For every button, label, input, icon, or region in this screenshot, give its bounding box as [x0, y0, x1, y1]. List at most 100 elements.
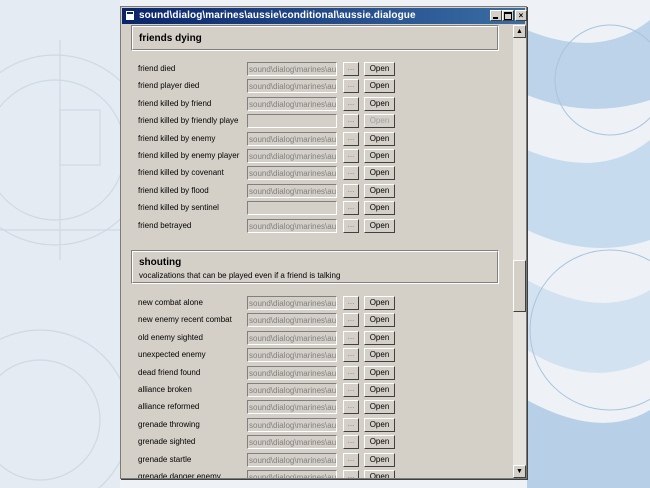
open-button[interactable]: Open [364, 383, 395, 397]
open-button[interactable]: Open [364, 166, 395, 181]
browse-button[interactable]: ... [343, 96, 359, 111]
browse-button[interactable]: ... [343, 218, 359, 233]
open-button[interactable]: Open [364, 348, 395, 363]
title-bar[interactable]: sound\dialog\marines\aussie\conditional\… [122, 8, 527, 24]
open-button[interactable]: Open [364, 313, 395, 328]
browse-button[interactable]: ... [343, 62, 359, 76]
open-button[interactable]: Open [364, 435, 395, 450]
minimize-button[interactable] [490, 10, 502, 21]
maximize-button[interactable] [502, 10, 514, 21]
browse-button[interactable]: ... [343, 296, 359, 310]
row-label: friend killed by friend [138, 98, 212, 108]
browse-button[interactable]: ... [343, 201, 359, 216]
sound-path-field[interactable]: sound\dialog\marines\aus [247, 348, 337, 363]
sound-path-field[interactable]: sound\dialog\marines\aus [247, 400, 337, 415]
open-button[interactable]: Open [364, 96, 395, 111]
browse-button[interactable]: ... [343, 313, 359, 328]
section-title: friends dying [139, 33, 202, 44]
row-label: friend killed by covenant [138, 168, 224, 178]
browse-button[interactable]: ... [343, 365, 359, 380]
sound-path-field[interactable]: sound\dialog\marines\aus [247, 218, 337, 233]
row-label: alliance broken [138, 385, 192, 394]
sound-path-field[interactable]: sound\dialog\marines\aus [247, 435, 337, 450]
sound-path-field[interactable]: sound\dialog\marines\aus [247, 96, 337, 111]
document-icon [125, 10, 135, 21]
sound-path-field[interactable]: sound\dialog\marines\aus [247, 313, 337, 328]
sound-path-field[interactable]: sound\dialog\marines\aus [247, 62, 337, 76]
browse-button[interactable]: ... [343, 183, 359, 198]
scroll-thumb[interactable] [513, 260, 526, 312]
row-label: friend killed by enemy player [138, 151, 240, 160]
sound-path-field[interactable]: sound\dialog\marines\aus [247, 383, 337, 397]
row-label: grenade throwing [138, 419, 200, 429]
vertical-scrollbar[interactable]: ▲ ▼ [513, 25, 526, 478]
dialogue-row: friend killed by enemy sound\dialog\marin… [122, 131, 512, 146]
sound-path-field[interactable]: sound\dialog\marines\aus [247, 470, 337, 478]
sound-path-field[interactable]: sound\dialog\marines\aus [247, 183, 337, 198]
browse-button[interactable]: ... [343, 470, 359, 478]
browse-button[interactable]: ... [343, 452, 359, 467]
dialogue-row: friend killed by enemy player sound\dialo… [122, 149, 512, 163]
sound-path-field[interactable]: sound\dialog\marines\aus [247, 131, 337, 146]
section-description: vocalizations that can be played even if… [139, 271, 341, 280]
sound-path-field[interactable]: sound\dialog\marines\aus [247, 417, 337, 432]
browse-button[interactable]: ... [343, 149, 359, 163]
open-button[interactable]: Open [364, 183, 395, 198]
browse-button[interactable]: ... [343, 330, 359, 345]
dialogue-row: friend killed by covenant sound\dialog\ma… [122, 166, 512, 181]
open-button[interactable]: Open [364, 131, 395, 146]
dialogue-row: friend killed by friendly playe... Open [122, 114, 512, 129]
dialogue-row: friend killed by friend sound\dialog\mari… [122, 96, 512, 111]
row-label: friend player died [138, 81, 200, 91]
open-button[interactable]: Open [364, 470, 395, 478]
open-button[interactable]: Open [364, 62, 395, 76]
sound-path-field[interactable]: sound\dialog\marines\aus [247, 296, 337, 310]
section-title: shouting [139, 257, 182, 268]
open-button[interactable]: Open [364, 330, 395, 345]
browse-button[interactable]: ... [343, 417, 359, 432]
section-friends-dying: friends dying [131, 25, 499, 51]
dialogue-row: old enemy sighted sound\dialog\marines\au… [122, 330, 512, 345]
close-button[interactable]: × [515, 10, 527, 21]
scroll-up-icon[interactable]: ▲ [513, 25, 526, 38]
dialogue-row: friend player died sound\dialog\marines\a… [122, 79, 512, 94]
browse-button[interactable]: ... [343, 348, 359, 363]
browse-button[interactable]: ... [343, 400, 359, 415]
dialogue-row: grenade danger enemy sound\dialog\marines… [122, 470, 512, 478]
dialogue-row: alliance broken sound\dialog\marines\aus.… [122, 383, 512, 397]
open-button[interactable]: Open [364, 365, 395, 380]
row-label: new combat alone [138, 298, 203, 307]
open-button[interactable]: Open [364, 114, 395, 129]
open-button[interactable]: Open [364, 452, 395, 467]
dialogue-row: unexpected enemy sound\dialog\marines\aus… [122, 348, 512, 363]
open-button[interactable]: Open [364, 417, 395, 432]
open-button[interactable]: Open [364, 400, 395, 415]
open-button[interactable]: Open [364, 201, 395, 216]
browse-button[interactable]: ... [343, 166, 359, 181]
sound-path-field[interactable]: sound\dialog\marines\aus [247, 452, 337, 467]
scroll-content: friends dying friend died sound\dialog\ma… [122, 25, 512, 478]
browse-button[interactable]: ... [343, 79, 359, 94]
sound-path-field[interactable]: sound\dialog\marines\aus [247, 365, 337, 380]
open-button[interactable]: Open [364, 79, 395, 94]
dialogue-row: dead friend found sound\dialog\marines\au… [122, 365, 512, 380]
browse-button[interactable]: ... [343, 383, 359, 397]
browse-button[interactable]: ... [343, 435, 359, 450]
row-label: grenade startle [138, 454, 192, 464]
row-label: friend killed by sentinel [138, 203, 219, 213]
sound-path-field[interactable] [247, 114, 337, 129]
dialogue-row: new combat alone sound\dialog\marines\aus… [122, 296, 512, 310]
scroll-down-icon[interactable]: ▼ [513, 465, 526, 478]
browse-button[interactable]: ... [343, 131, 359, 146]
sound-path-field[interactable]: sound\dialog\marines\aus [247, 149, 337, 163]
row-label: friend killed by friendly playe [138, 116, 239, 126]
open-button[interactable]: Open [364, 149, 395, 163]
sound-path-field[interactable]: sound\dialog\marines\aus [247, 166, 337, 181]
row-label: friend betrayed [138, 220, 192, 230]
sound-path-field[interactable]: sound\dialog\marines\aus [247, 330, 337, 345]
browse-button[interactable]: ... [343, 114, 359, 129]
open-button[interactable]: Open [364, 296, 395, 310]
sound-path-field[interactable] [247, 201, 337, 216]
open-button[interactable]: Open [364, 218, 395, 233]
sound-path-field[interactable]: sound\dialog\marines\aus [247, 79, 337, 94]
